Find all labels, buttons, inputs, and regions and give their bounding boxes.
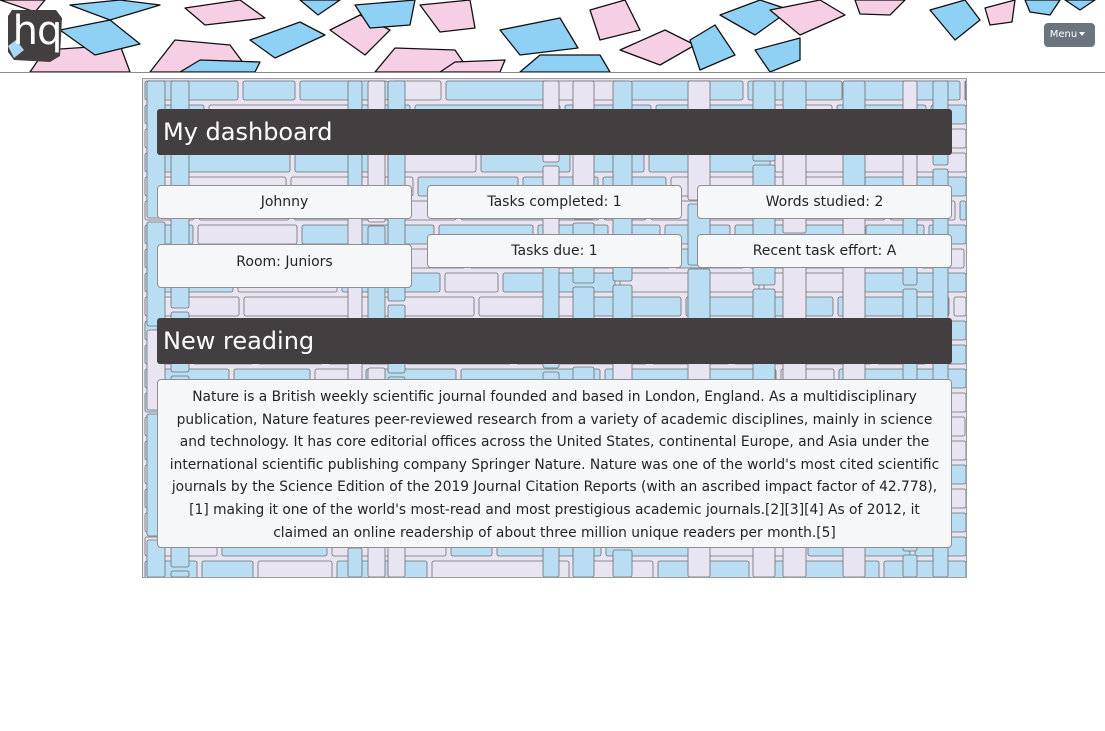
recent-effort-card: Recent task effort: A <box>697 234 952 268</box>
dashboard-panel: My dashboard Johnny Room: Juniors Tasks … <box>142 78 967 578</box>
tasks-completed-card: Tasks completed: 1 <box>427 185 682 219</box>
tasks-due-card: Tasks due: 1 <box>427 234 682 268</box>
dashboard-title: My dashboard <box>157 109 952 155</box>
caret-down-icon <box>1079 32 1086 36</box>
student-name-card: Johnny <box>157 185 412 219</box>
site-header: hq Menu <box>0 0 1105 73</box>
menu-button[interactable]: Menu <box>1044 23 1095 47</box>
new-reading-title: New reading <box>157 318 952 364</box>
menu-button-label: Menu <box>1049 29 1078 40</box>
logo-text: hq <box>12 8 63 54</box>
reading-text: Nature is a British weekly scientific jo… <box>157 379 952 548</box>
flying-papers-banner <box>0 0 1096 72</box>
room-card: Room: Juniors <box>157 244 412 288</box>
words-studied-card: Words studied: 2 <box>697 185 952 219</box>
